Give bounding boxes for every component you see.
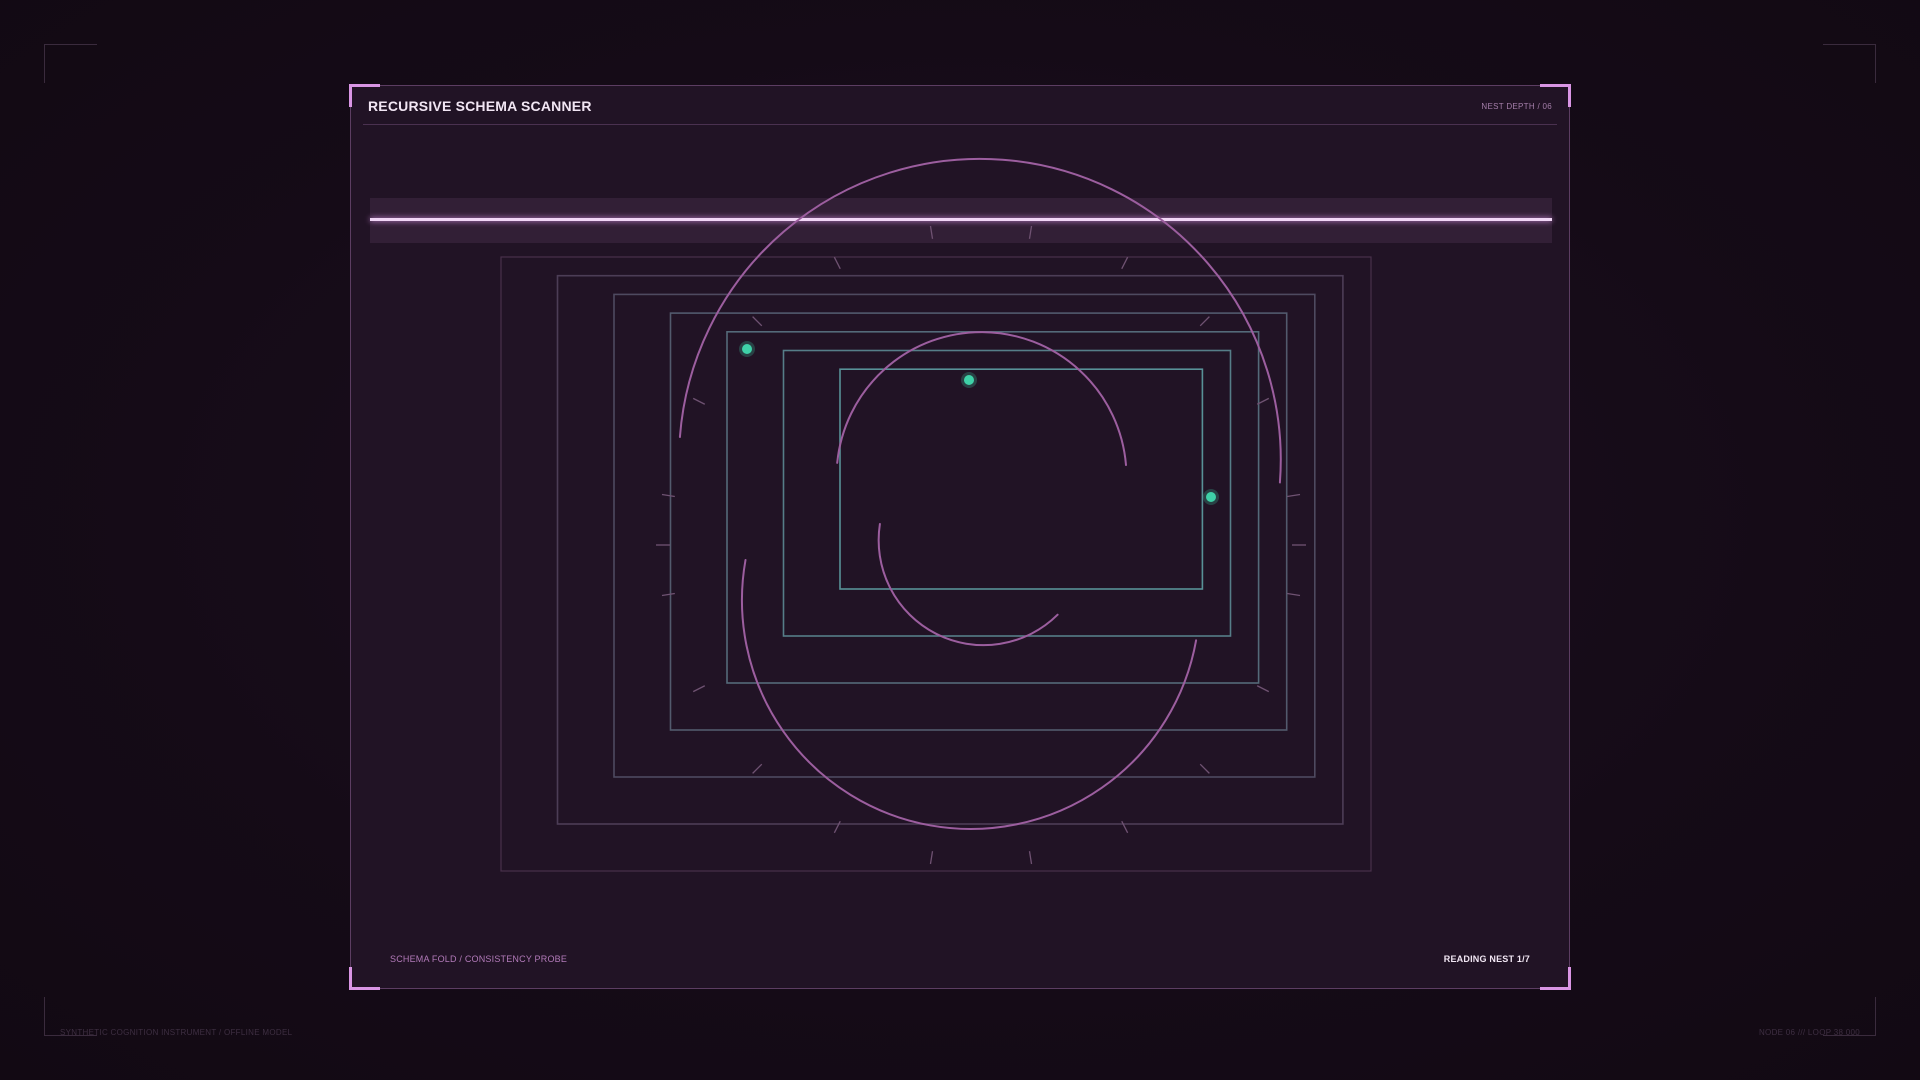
schema-frame (669, 312, 1288, 731)
dial-tick (1028, 851, 1033, 865)
schema-frame (500, 256, 1372, 872)
inner-arc (877, 523, 1059, 647)
dial-tick (1121, 256, 1129, 270)
node-caption: NODE 06 /// LOOP 38 000 (1758, 1028, 1860, 1037)
node-marker (1203, 489, 1219, 505)
dial-tick (1199, 763, 1210, 774)
viewport-corner-top-right (1823, 44, 1876, 83)
schema-frame (613, 293, 1316, 778)
nested-frames (500, 256, 1372, 872)
middle-arc (836, 331, 1127, 466)
dial-tick (929, 851, 934, 865)
dial-tick (752, 316, 763, 327)
scanner-panel: RECURSIVE SCHEMA SCANNER NEST DEPTH / 06 (349, 84, 1571, 990)
dial-tick (833, 256, 841, 270)
node-marker (739, 341, 755, 357)
dial-tick (692, 397, 706, 405)
dial-ticks (656, 225, 1306, 865)
schema-frame (839, 368, 1204, 590)
dial-tick (1028, 225, 1033, 239)
dial-tick (833, 820, 841, 834)
dial-tick (1256, 685, 1270, 693)
dial-tick (692, 685, 706, 693)
dial-tick (752, 763, 763, 774)
outer-arc (678, 157, 1282, 484)
reading-status: READING NEST 1/7 (1443, 954, 1530, 964)
viewport-corner-top-left (44, 44, 97, 83)
probe-label: SCHEMA FOLD / CONSISTENCY PROBE (390, 954, 568, 964)
dial-tick (929, 225, 934, 239)
schema-frame (782, 349, 1232, 637)
dial-tick (661, 592, 675, 597)
nested-schema-diagram (500, 157, 1372, 872)
dial-tick (1121, 820, 1129, 834)
schema-frame (726, 331, 1260, 684)
dial-tick (661, 493, 675, 498)
outer-arc-lower (740, 559, 1198, 830)
node-marker (961, 372, 977, 388)
instrument-caption: SYNTHETIC COGNITION INSTRUMENT / OFFLINE… (60, 1028, 293, 1037)
dial-tick (1199, 316, 1210, 327)
scanner-screen: SYNTHETIC COGNITION INSTRUMENT / OFFLINE… (0, 0, 1920, 1080)
dial-tick (1287, 493, 1301, 498)
dial-tick (1287, 592, 1301, 597)
schema-frame (556, 274, 1344, 825)
